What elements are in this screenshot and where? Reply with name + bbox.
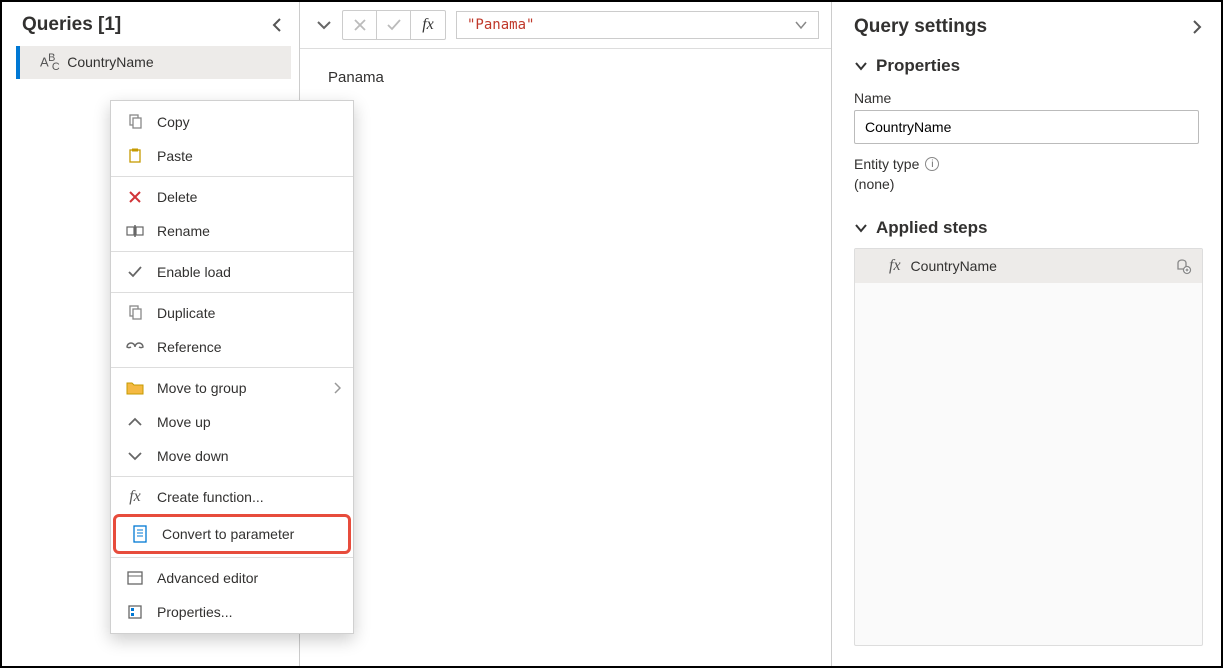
applied-steps-toggle[interactable]: Applied steps	[854, 212, 1199, 244]
queries-title: Queries [1]	[22, 14, 121, 36]
formula-bar-buttons: fx	[342, 10, 446, 40]
ctx-separator	[111, 251, 353, 252]
properties-toggle[interactable]: Properties	[854, 50, 1199, 82]
ctx-enable-load[interactable]: Enable load	[111, 255, 353, 289]
chevron-down-icon	[854, 223, 868, 233]
ctx-convert-to-parameter[interactable]: Convert to parameter	[113, 514, 351, 554]
check-icon	[125, 262, 145, 282]
ctx-label: Convert to parameter	[162, 526, 294, 542]
ctx-advanced-editor[interactable]: Advanced editor	[111, 561, 353, 595]
collapse-settings-icon[interactable]	[1191, 19, 1203, 35]
entity-type-label: Entity type	[854, 156, 919, 172]
applied-steps-label: Applied steps	[876, 218, 987, 238]
ctx-label: Properties...	[157, 604, 232, 620]
ctx-label: Paste	[157, 148, 193, 164]
ctx-label: Create function...	[157, 489, 264, 505]
applied-steps-list: fx CountryName	[854, 248, 1203, 646]
settings-header: Query settings	[832, 10, 1221, 44]
queries-panel: Queries [1] ABC CountryName Copy Paste D…	[2, 2, 300, 666]
preview-value: Panama	[328, 69, 384, 86]
ctx-rename[interactable]: Rename	[111, 214, 353, 248]
text-type-icon: ABC	[40, 52, 59, 73]
ctx-separator	[111, 176, 353, 177]
fx-icon: fx	[889, 257, 901, 275]
parameter-icon	[130, 524, 150, 544]
step-settings-icon[interactable]	[1174, 257, 1192, 275]
entity-type-row: Entity type i	[854, 144, 1199, 172]
ctx-label: Copy	[157, 114, 190, 130]
query-context-menu: Copy Paste Delete Rename Enable lo	[110, 100, 354, 634]
query-item-countryname[interactable]: ABC CountryName	[16, 46, 291, 79]
name-input[interactable]	[854, 110, 1199, 144]
ctx-separator	[111, 557, 353, 558]
ctx-move-up[interactable]: Move up	[111, 405, 353, 439]
formula-bar: fx "Panama"	[300, 2, 831, 49]
ctx-label: Rename	[157, 223, 210, 239]
duplicate-icon	[125, 303, 145, 323]
move-down-icon	[125, 446, 145, 466]
ctx-duplicate[interactable]: Duplicate	[111, 296, 353, 330]
ctx-label: Reference	[157, 339, 222, 355]
move-up-icon	[125, 412, 145, 432]
formula-dropdown-icon[interactable]	[794, 20, 808, 30]
editor-icon	[125, 568, 145, 588]
ctx-delete[interactable]: Delete	[111, 180, 353, 214]
ctx-separator	[111, 476, 353, 477]
ctx-separator	[111, 367, 353, 368]
formula-bar-expand-icon[interactable]	[312, 17, 336, 33]
chevron-right-icon	[333, 382, 341, 394]
ctx-label: Move up	[157, 414, 211, 430]
queries-panel-header: Queries [1]	[2, 2, 299, 44]
step-item[interactable]: fx CountryName	[855, 249, 1202, 283]
ctx-properties[interactable]: Properties...	[111, 595, 353, 629]
formula-input[interactable]: "Panama"	[456, 11, 819, 39]
name-label: Name	[854, 82, 1199, 110]
ctx-reference[interactable]: Reference	[111, 330, 353, 364]
center-panel: fx "Panama" Panama	[300, 2, 831, 666]
settings-title: Query settings	[854, 16, 987, 38]
chevron-down-icon	[854, 61, 868, 71]
ctx-label: Delete	[157, 189, 197, 205]
delete-icon	[125, 187, 145, 207]
formula-value: "Panama"	[467, 17, 534, 33]
ctx-paste[interactable]: Paste	[111, 139, 353, 173]
ctx-copy[interactable]: Copy	[111, 105, 353, 139]
ctx-label: Advanced editor	[157, 570, 258, 586]
ctx-move-down[interactable]: Move down	[111, 439, 353, 473]
preview-area: Panama	[300, 49, 831, 106]
query-item-label: CountryName	[67, 54, 153, 70]
entity-type-value: (none)	[854, 172, 1199, 200]
formula-fx-button[interactable]: fx	[411, 11, 445, 39]
formula-confirm-button[interactable]	[377, 11, 411, 39]
properties-label: Properties	[876, 56, 960, 76]
step-name: CountryName	[911, 258, 997, 274]
ctx-label: Enable load	[157, 264, 231, 280]
rename-icon	[125, 221, 145, 241]
applied-steps-section: Applied steps	[832, 206, 1221, 244]
ctx-label: Move down	[157, 448, 229, 464]
formula-cancel-button[interactable]	[343, 11, 377, 39]
collapse-queries-icon[interactable]	[271, 17, 283, 33]
folder-icon	[125, 378, 145, 398]
paste-icon	[125, 146, 145, 166]
properties-icon	[125, 602, 145, 622]
ctx-label: Move to group	[157, 380, 247, 396]
copy-icon	[125, 112, 145, 132]
info-icon[interactable]: i	[925, 157, 939, 171]
function-icon: fx	[125, 487, 145, 507]
ctx-separator	[111, 292, 353, 293]
ctx-create-function[interactable]: fx Create function...	[111, 480, 353, 514]
properties-section: Properties Name Entity type i (none)	[832, 44, 1221, 206]
ctx-move-to-group[interactable]: Move to group	[111, 371, 353, 405]
query-settings-panel: Query settings Properties Name Entity ty…	[831, 2, 1221, 666]
ctx-label: Duplicate	[157, 305, 215, 321]
reference-icon	[125, 337, 145, 357]
